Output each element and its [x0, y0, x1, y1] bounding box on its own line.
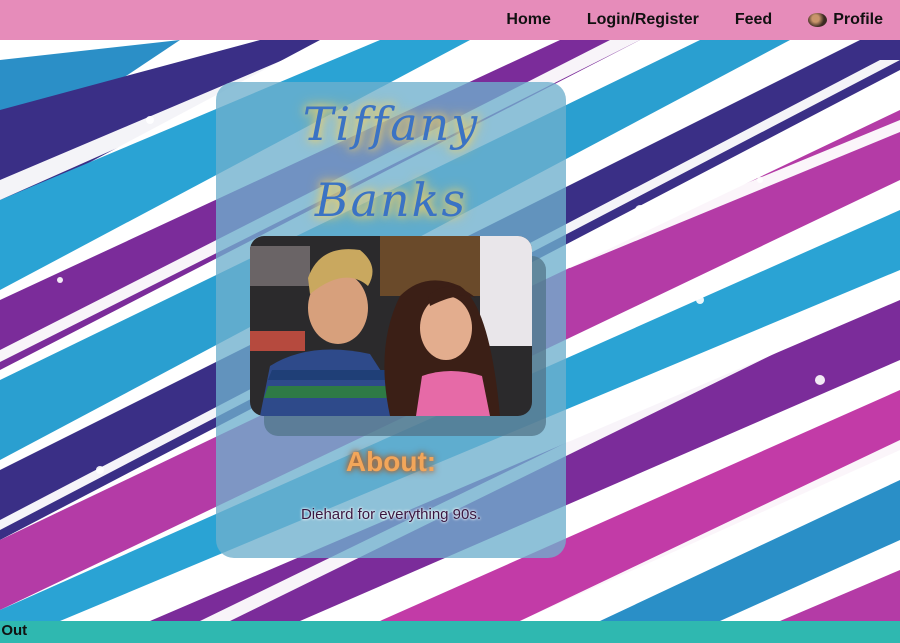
- nav-profile-label: Profile: [833, 11, 883, 28]
- bottom-bar: n Out: [0, 621, 900, 643]
- profile-name-line2: Banks: [314, 173, 468, 227]
- about-text: Diehard for everything 90s.: [300, 506, 482, 523]
- profile-name: Tiffany Banks: [216, 86, 566, 238]
- nav-profile-link[interactable]: Profile: [808, 11, 883, 29]
- avatar-icon: [808, 13, 828, 27]
- top-nav: Home Login/Register Feed Profile: [0, 0, 900, 40]
- nav-feed-link[interactable]: Feed: [735, 11, 772, 29]
- nav-login-register-link[interactable]: Login/Register: [587, 11, 699, 29]
- sign-out-link[interactable]: n Out: [0, 622, 27, 639]
- nav-home-link[interactable]: Home: [506, 11, 550, 29]
- profile-photo: [250, 236, 532, 416]
- profile-photo-image: [250, 236, 532, 416]
- profile-card: Tiffany Banks About: Diehard for everyth…: [216, 82, 566, 558]
- about-heading: About:: [345, 446, 437, 477]
- profile-name-line1: Tiffany: [302, 97, 480, 151]
